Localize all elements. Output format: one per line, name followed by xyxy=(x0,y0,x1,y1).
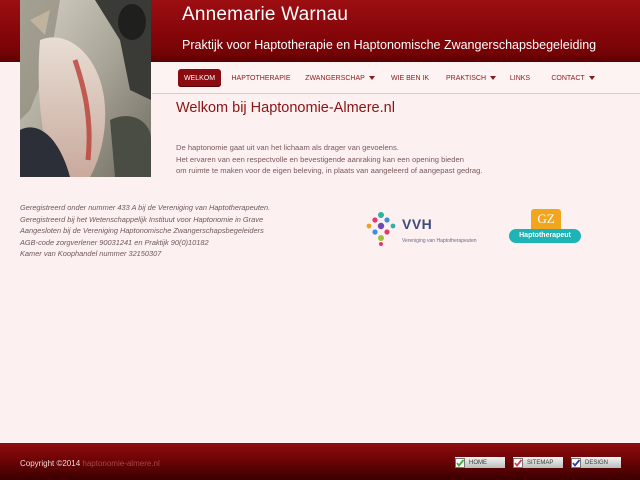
nav-label: CONTACT xyxy=(551,74,585,82)
copyright-label: Copyright ©2014 xyxy=(20,459,81,468)
footer-button-label: SITEMAP xyxy=(527,459,554,466)
checkmark-icon xyxy=(513,457,523,468)
footer-design-button[interactable]: DESIGN xyxy=(571,457,621,468)
chevron-down-icon xyxy=(490,76,497,80)
checkmark-icon xyxy=(571,457,581,468)
page-title: Welkom bij Haptonomie-Almere.nl xyxy=(176,100,395,116)
vvh-wordmark: VVH xyxy=(402,216,433,232)
registration-line: Aangesloten bij de Vereniging Haptonomis… xyxy=(20,226,264,236)
footer-sitemap-button[interactable]: SITEMAP xyxy=(513,457,563,468)
registration-line: Geregistreerd onder nummer 433 A bij de … xyxy=(20,203,271,212)
site-tagline: Praktijk voor Haptotherapie en Haptonomi… xyxy=(182,38,597,52)
vvh-mark-icon xyxy=(366,212,396,246)
registration-line: Kamer van Koophandel nummer 32150307 xyxy=(20,249,162,259)
gz-mark: GZ xyxy=(531,209,561,229)
copyright-text: Copyright ©2014 haptonomie-almere.nl xyxy=(20,459,160,468)
intro-line: om ruimte te maken voor de eigen belevin… xyxy=(176,166,483,175)
intro-line: Het ervaren van een respectvolle en beve… xyxy=(176,154,464,164)
nav-label: HAPTOTHERAPIE xyxy=(231,74,291,82)
nav-label: ZWANGERSCHAP xyxy=(305,74,365,82)
gz-haptotherapeut-badge[interactable]: GZ Haptotherapeut xyxy=(509,209,581,245)
copyright-domain-link[interactable]: haptonomie-almere.nl xyxy=(80,459,159,468)
nav-label: LINKS xyxy=(509,74,531,82)
intro-line: De haptonomie gaat uit van het lichaam a… xyxy=(176,143,399,152)
intro-text: De haptonomie gaat uit van het lichaam a… xyxy=(176,142,616,177)
nav-links[interactable]: LINKS xyxy=(504,69,536,87)
footer-home-button[interactable]: HOME xyxy=(455,457,505,468)
nav-zwangerschap[interactable]: ZWANGERSCHAP xyxy=(302,69,378,87)
gz-label: Haptotherapeut xyxy=(509,229,581,243)
registration-line: Geregistreerd bij het Wetenschappelijk I… xyxy=(20,214,264,224)
hero-photo xyxy=(20,0,151,177)
chevron-down-icon xyxy=(368,76,375,80)
nav-label: WELKOM xyxy=(183,74,216,82)
nav-contact[interactable]: CONTACT xyxy=(542,69,604,87)
registration-info: Geregistreerd onder nummer 433 A bij de … xyxy=(20,202,340,260)
nav-label: WIE BEN IK xyxy=(390,74,430,82)
checkmark-icon xyxy=(455,457,465,468)
footer: Copyright ©2014 haptonomie-almere.nl HOM… xyxy=(0,443,640,480)
nav-haptotherapie[interactable]: HAPTOTHERAPIE xyxy=(228,69,294,87)
vvh-subtitle: Vereniging van Haptotherapeuten xyxy=(402,238,477,244)
footer-button-label: HOME xyxy=(469,459,487,466)
site-name: Annemarie Warnau xyxy=(182,4,349,25)
chevron-down-icon xyxy=(588,76,595,80)
vvh-logo[interactable]: VVH Vereniging van Haptotherapeuten xyxy=(362,210,494,248)
registration-line: AGB-code zorgverlener 90031241 en Prakti… xyxy=(20,237,209,247)
footer-button-label: DESIGN xyxy=(585,459,609,466)
nav-label: PRAKTISCH xyxy=(445,74,487,82)
nav-welkom[interactable]: WELKOM xyxy=(178,69,221,87)
main-navigation: WELKOM HAPTOTHERAPIE ZWANGERSCHAP WIE BE… xyxy=(152,62,640,94)
nav-wie-ben-ik[interactable]: WIE BEN IK xyxy=(384,69,436,87)
nav-praktisch[interactable]: PRAKTISCH xyxy=(442,69,500,87)
